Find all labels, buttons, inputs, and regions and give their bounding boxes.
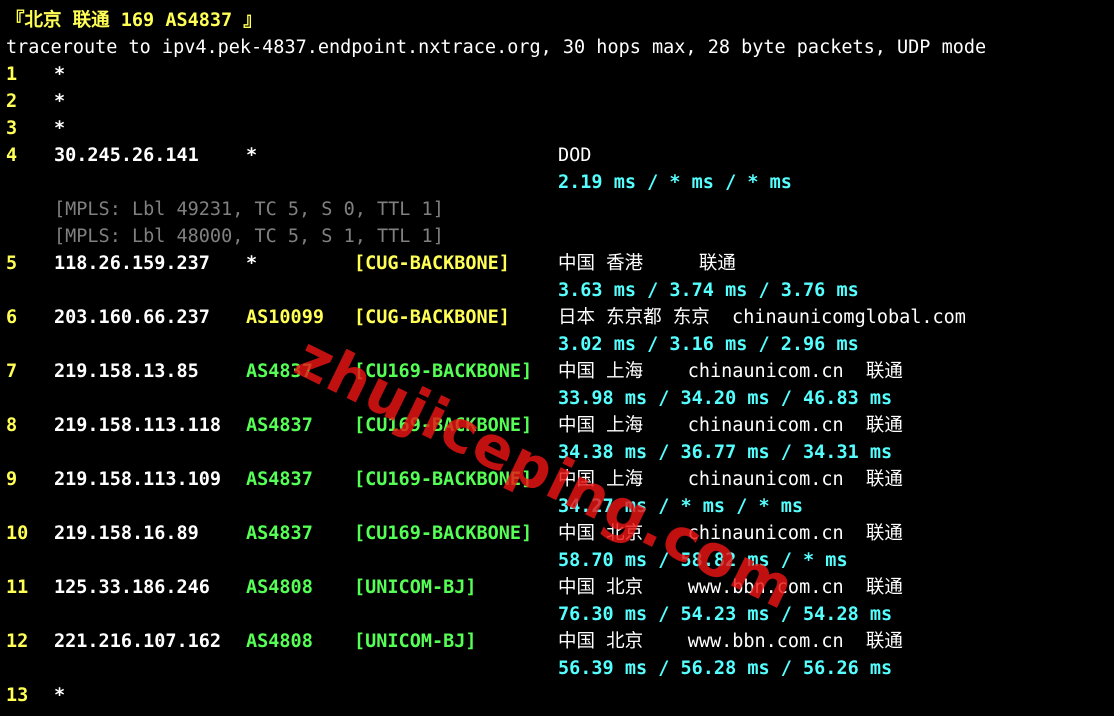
hop-ip-address: 219.158.16.89	[54, 523, 199, 544]
mpls-label: [MPLS: Lbl 49231, TC 5, S 0, TTL 1]	[54, 199, 444, 220]
hop-geo-info: 中国 北京 chinaunicom.cn 联通	[558, 523, 903, 544]
hop-asn: AS4837	[246, 469, 313, 490]
hop-number: 10	[6, 523, 29, 544]
hop-rtt-values: 3.02 ms / 3.16 ms / 2.96 ms	[558, 334, 859, 355]
hop-row: 11 125.33.186.246 AS4808 [UNICOM-BJ] 中国 北京 w…	[6, 574, 1114, 601]
mpls-row: [MPLS: Lbl 49231, TC 5, S 0, TTL 1]	[6, 196, 1114, 223]
hop-network-tag: [CU169-BACKBONE]	[354, 415, 533, 436]
hop-row: 9 219.158.113.109 AS4837 [CU169-BACKBONE] 中国…	[6, 466, 1114, 493]
hop-number: 11	[6, 577, 29, 598]
hop-row: 1 *	[6, 61, 1114, 88]
hop-rtt-values: 58.70 ms / 58.82 ms / * ms	[558, 550, 848, 571]
hop-row: 10 219.158.16.89 AS4837 [CU169-BACKBONE] 中国 …	[6, 520, 1114, 547]
hop-number: 3	[6, 118, 18, 139]
hop-row: 6 203.160.66.237 AS10099 [CUG-BACKBONE] 日本 东…	[6, 304, 1114, 331]
hop-ip-address: 125.33.186.246	[54, 577, 210, 598]
hop-row: 5 118.26.159.237 * [CUG-BACKBONE] 中国 香港 联通	[6, 250, 1114, 277]
hop-row: 13 *	[6, 682, 1114, 709]
hop-rtt-row: 34.27 ms / * ms / * ms	[6, 493, 1114, 520]
hop-network-tag: [CUG-BACKBONE]	[354, 253, 510, 274]
hop-rtt-values: 56.39 ms / 56.28 ms / 56.26 ms	[558, 658, 893, 679]
hop-timeout-star: *	[54, 91, 66, 112]
mpls-row: [MPLS: Lbl 48000, TC 5, S 1, TTL 1]	[6, 223, 1114, 250]
header-command-line: traceroute to ipv4.pek-4837.endpoint.nxt…	[6, 34, 1114, 61]
hop-rtt-row: 33.98 ms / 34.20 ms / 46.83 ms	[6, 385, 1114, 412]
hop-network-tag: [CU169-BACKBONE]	[354, 523, 533, 544]
hop-number: 4	[6, 145, 18, 166]
hop-rtt-values: 34.27 ms / * ms / * ms	[558, 496, 804, 517]
hop-rtt-values: 76.30 ms / 54.23 ms / 54.28 ms	[558, 604, 893, 625]
hop-row: 8 219.158.113.118 AS4837 [CU169-BACKBONE] 中国…	[6, 412, 1114, 439]
hop-asn: AS10099	[246, 307, 324, 328]
hop-asn: *	[246, 253, 258, 274]
hop-rtt-row: 3.02 ms / 3.16 ms / 2.96 ms	[6, 331, 1114, 358]
hop-rtt-values: 33.98 ms / 34.20 ms / 46.83 ms	[558, 388, 893, 409]
hop-rtt-row: 3.63 ms / 3.74 ms / 3.76 ms	[6, 277, 1114, 304]
hop-network-tag: [CU169-BACKBONE]	[354, 469, 533, 490]
hop-list: 1 * 2 * 3 * 4 30.245.26.141 * DOD 2.19 ms / * ms /…	[6, 61, 1114, 709]
hop-ip-address: 219.158.113.109	[54, 469, 222, 490]
hop-asn: AS4837	[246, 415, 313, 436]
hop-geo-info: 中国 上海 chinaunicom.cn 联通	[558, 469, 903, 490]
hop-number: 1	[6, 64, 18, 85]
hop-row: 7 219.158.13.85 AS4837 [CU169-BACKBONE] 中国 上…	[6, 358, 1114, 385]
hop-geo-info: 中国 上海 chinaunicom.cn 联通	[558, 415, 903, 436]
hop-timeout-star: *	[54, 118, 66, 139]
hop-row: 4 30.245.26.141 * DOD	[6, 142, 1114, 169]
hop-row: 12 221.216.107.162 AS4808 [UNICOM-BJ] 中国 北京 …	[6, 628, 1114, 655]
hop-network-tag: [CUG-BACKBONE]	[354, 307, 510, 328]
hop-number: 8	[6, 415, 18, 436]
hop-number: 7	[6, 361, 18, 382]
hop-rtt-values: 3.63 ms / 3.74 ms / 3.76 ms	[558, 280, 859, 301]
hop-rtt-values: 34.38 ms / 36.77 ms / 34.31 ms	[558, 442, 893, 463]
hop-geo-info: 中国 北京 www.bbn.com.cn 联通	[558, 577, 903, 598]
hop-rtt-row: 58.70 ms / 58.82 ms / * ms	[6, 547, 1114, 574]
hop-geo-info: 中国 上海 chinaunicom.cn 联通	[558, 361, 903, 382]
header-title-line: 『北京 联通 169 AS4837 』	[6, 7, 1114, 34]
hop-geo-info: 中国 香港 联通	[558, 253, 736, 274]
hop-ip-address: 221.216.107.162	[54, 631, 222, 652]
hop-ip-address: 30.245.26.141	[54, 145, 199, 166]
hop-rtt-row: 76.30 ms / 54.23 ms / 54.28 ms	[6, 601, 1114, 628]
terminal-output: 『北京 联通 169 AS4837 』 traceroute to ipv4.p…	[6, 7, 1114, 709]
hop-asn: *	[246, 145, 258, 166]
traceroute-command: traceroute to ipv4.pek-4837.endpoint.nxt…	[6, 37, 987, 58]
hop-asn: AS4808	[246, 577, 313, 598]
hop-row: 3 *	[6, 115, 1114, 142]
mpls-label: [MPLS: Lbl 48000, TC 5, S 1, TTL 1]	[54, 226, 444, 247]
hop-asn: AS4837	[246, 523, 313, 544]
hop-row: 2 *	[6, 88, 1114, 115]
hop-ip-address: 219.158.113.118	[54, 415, 222, 436]
hop-rtt-row: 34.38 ms / 36.77 ms / 34.31 ms	[6, 439, 1114, 466]
hop-ip-address: 118.26.159.237	[54, 253, 210, 274]
hop-timeout-star: *	[54, 64, 66, 85]
hop-geo-info: DOD	[558, 145, 592, 166]
hop-number: 6	[6, 307, 18, 328]
hop-number: 5	[6, 253, 18, 274]
hop-ip-address: 203.160.66.237	[54, 307, 210, 328]
hop-number: 9	[6, 469, 18, 490]
hop-rtt-values: 2.19 ms / * ms / * ms	[558, 172, 792, 193]
hop-asn: AS4808	[246, 631, 313, 652]
hop-network-tag: [CU169-BACKBONE]	[354, 361, 533, 382]
hop-network-tag: [UNICOM-BJ]	[354, 631, 477, 652]
hop-ip-address: 219.158.13.85	[54, 361, 199, 382]
hop-number: 13	[6, 685, 29, 706]
hop-rtt-row: 56.39 ms / 56.28 ms / 56.26 ms	[6, 655, 1114, 682]
hop-asn: AS4837	[246, 361, 313, 382]
hop-timeout-star: *	[54, 685, 66, 706]
hop-geo-info: 日本 东京都 东京 chinaunicomglobal.com	[558, 307, 966, 328]
hop-number: 2	[6, 91, 18, 112]
hop-geo-info: 中国 北京 www.bbn.com.cn 联通	[558, 631, 903, 652]
hop-rtt-row: 2.19 ms / * ms / * ms	[6, 169, 1114, 196]
trace-target-title: 『北京 联通 169 AS4837 』	[6, 10, 262, 31]
hop-network-tag: [UNICOM-BJ]	[354, 577, 477, 598]
hop-number: 12	[6, 631, 29, 652]
